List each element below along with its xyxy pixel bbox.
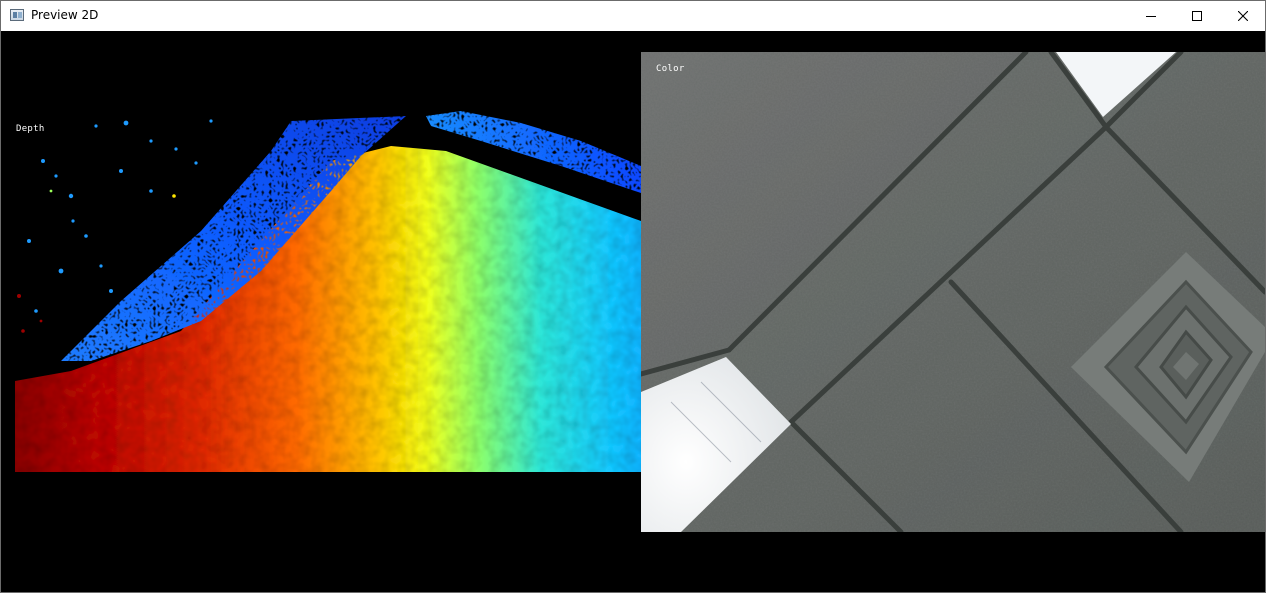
preview-canvas: Depth Color [1,31,1265,592]
maximize-button[interactable] [1174,1,1220,31]
close-button[interactable] [1220,1,1265,31]
minimize-icon [1146,16,1156,17]
depth-label: Depth [16,124,45,134]
preview-window: Preview 2D Depth Color [0,0,1266,593]
minimize-button[interactable] [1128,1,1174,31]
window-title: Preview 2D [31,8,99,22]
color-label: Color [656,64,685,74]
app-icon [10,9,24,21]
color-image [641,52,1265,532]
close-icon [1238,11,1248,21]
depth-floor-region [15,146,641,472]
maximize-icon [1192,11,1202,21]
depth-view: Depth [1,31,641,592]
color-view: Color [641,52,1265,532]
depth-image [15,111,641,472]
title-bar[interactable]: Preview 2D [1,1,1265,31]
